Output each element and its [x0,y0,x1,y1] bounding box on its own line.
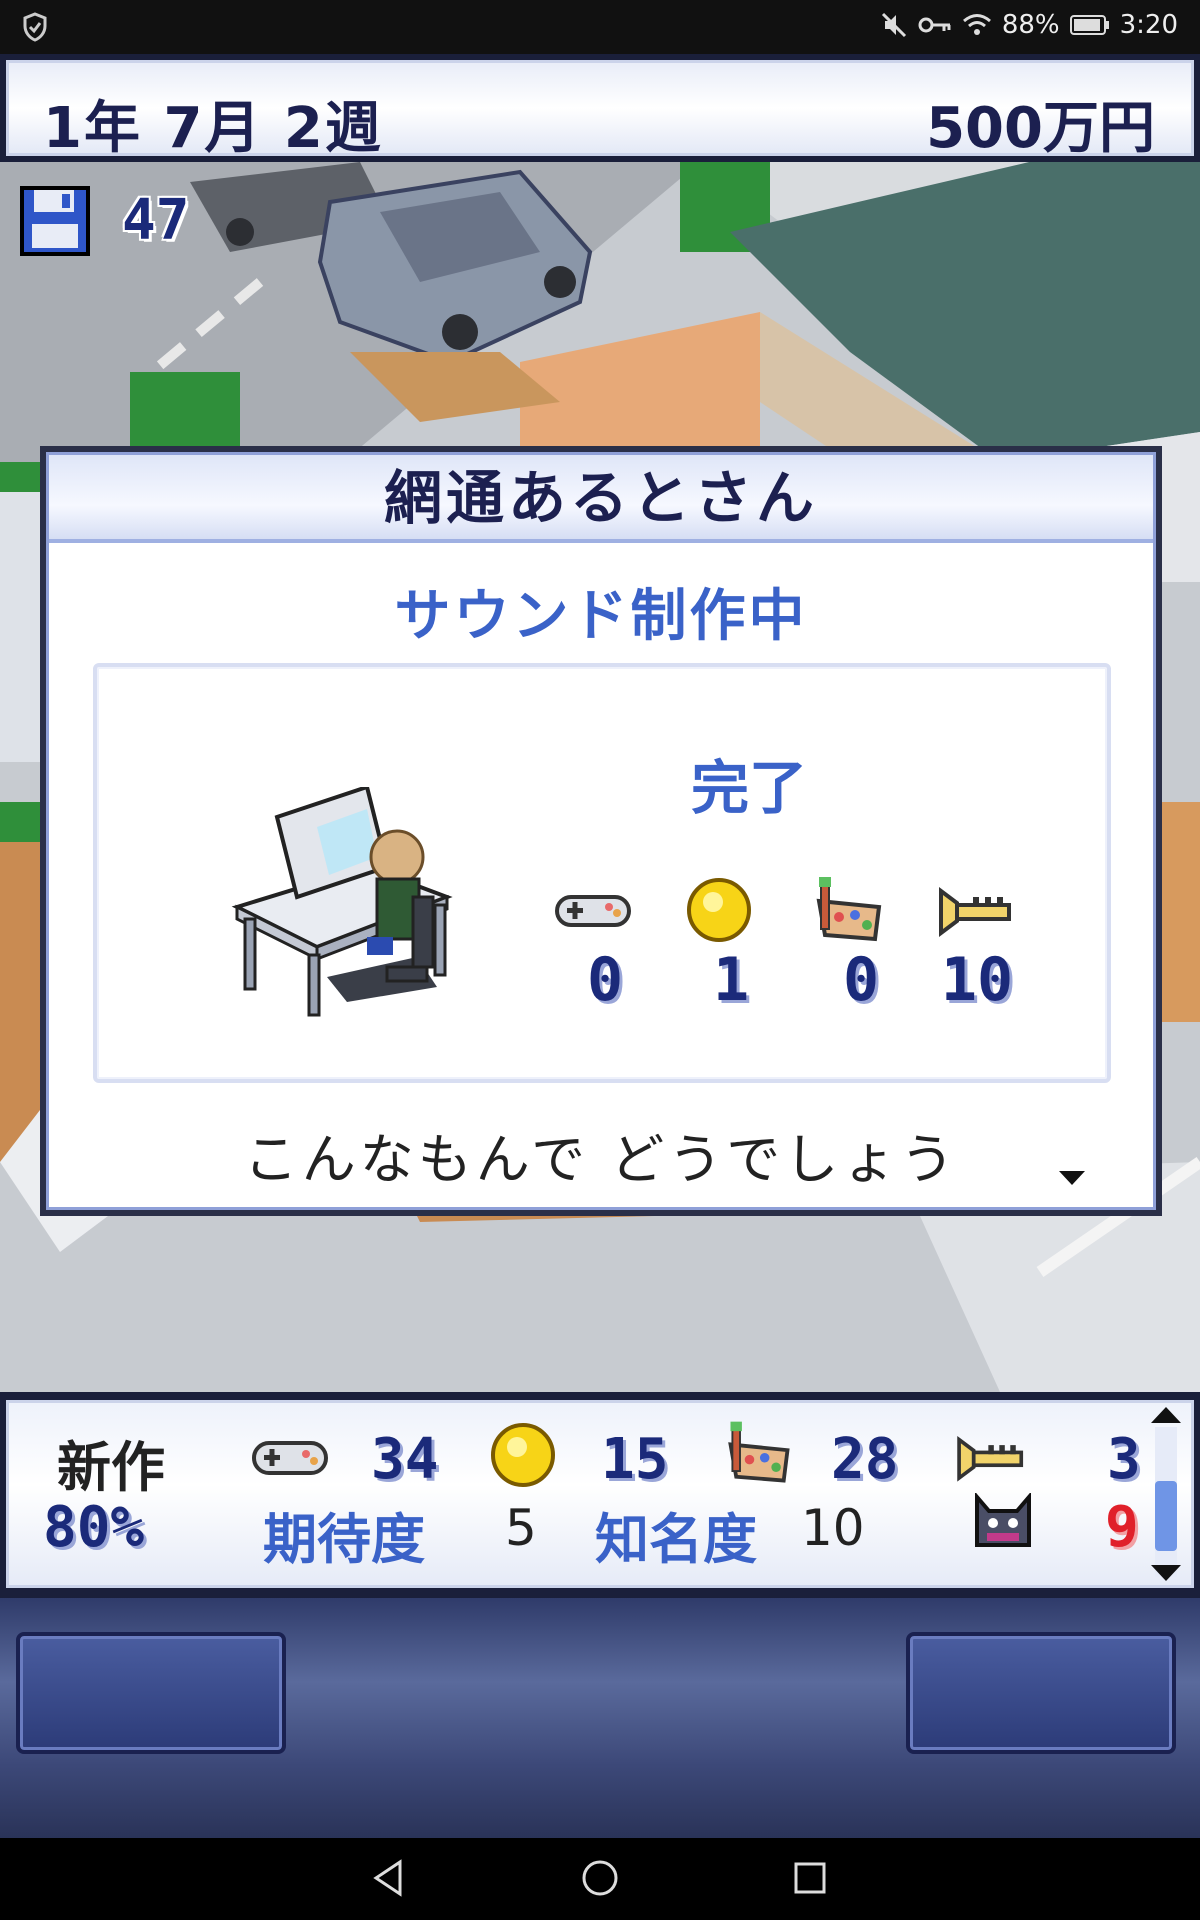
key-icon [918,17,951,33]
trumpet-icon [957,1435,1024,1482]
controller-icon [252,1441,328,1475]
bugs-value: 9 [1105,1495,1139,1560]
result-creativity-value: 1 [712,945,750,1015]
project-status-panel: 新作 80% 34 15 28 3 期待度 5 知名度 10 9 [0,1392,1200,1598]
mute-icon [881,12,906,38]
result-sound-value: 10 [940,945,1014,1015]
staff-name: 網通あるとさん [383,464,818,532]
result-graphics-value: 0 [842,945,880,1015]
fame-value: 10 [801,1499,865,1557]
result-fun-value: 0 [586,945,624,1015]
action-button-area [0,1598,1200,1838]
scroll-up-icon[interactable] [1149,1405,1183,1425]
left-action-button[interactable] [16,1632,286,1754]
dialog-title-bar: 網通あるとさん [49,455,1153,543]
project-label: 新作 [57,1436,165,1499]
task-status: サウンド制作中 [394,584,808,649]
battery-percent: 88% [1001,10,1060,40]
fun-value: 34 [371,1427,439,1492]
fame-label: 知名度 [595,1508,757,1571]
staff-report-dialog[interactable]: 網通あるとさん サウンド制作中 完了 0 1 0 10 こんなもんで どうでしょ… [40,446,1162,1216]
creativity-value: 15 [601,1427,669,1492]
staff-at-desk-icon [231,787,453,1017]
battery-icon [1069,15,1109,35]
scroll-down-icon[interactable] [1149,1563,1183,1583]
back-icon[interactable] [368,1856,412,1900]
game-date: 1年 7月 2週 [43,96,383,161]
gold-coin-icon [687,878,751,942]
clock: 3:20 [1119,10,1178,40]
paint-palette-icon [816,877,882,942]
shield-icon [23,12,47,42]
recent-apps-icon[interactable] [788,1856,832,1900]
wifi-icon [962,14,991,35]
project-progress: 80% [43,1495,145,1560]
home-icon[interactable] [578,1856,622,1900]
system-navigation-bar [0,1838,1200,1920]
floppy-disk-icon[interactable] [18,184,92,258]
trumpet-icon [939,887,1011,937]
down-triangle-icon[interactable] [1059,1171,1085,1185]
right-action-button[interactable] [906,1632,1176,1754]
system-status-bar: 88% 3:20 [0,0,1200,54]
company-funds: 500万円 [926,96,1155,161]
bug-monster-icon [975,1493,1031,1547]
graphics-value: 28 [831,1427,899,1492]
gold-coin-icon [491,1423,555,1487]
paint-palette-icon [728,1421,790,1483]
dialog-message: こんなもんで どうでしょう [243,1128,959,1191]
game-info-bar: 1年 7月 2週 500万円 [0,54,1200,162]
result-panel: 完了 0 1 0 10 [93,663,1111,1083]
controller-icon [555,895,631,927]
result-complete-label: 完了 [691,754,808,822]
expectation-label: 期待度 [263,1508,425,1571]
status-scroll-thumb[interactable] [1155,1481,1177,1551]
save-slot-count: 47 [122,188,190,253]
expectation-value: 5 [505,1499,537,1557]
sound-value: 3 [1107,1427,1141,1492]
